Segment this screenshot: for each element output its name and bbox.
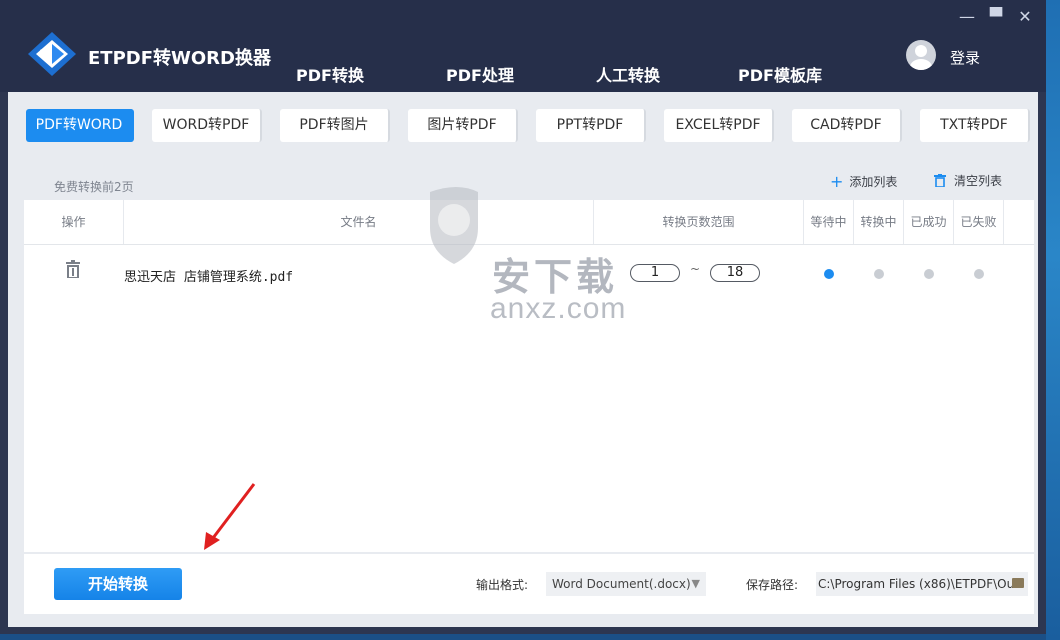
col-header-converting: 转换中 — [854, 200, 904, 244]
file-name: 思迅天店 店铺管理系统.pdf — [124, 270, 294, 285]
col-header-failed: 已失败 — [954, 200, 1004, 244]
bottom-bar: 开始转换 输出格式: Word Document(.docx) ▼ 保存路径: … — [24, 554, 1034, 614]
app-window: ETPDF转WORD换器 PDF转换 PDF处理 人工转换 PDF模板库 — ▀… — [0, 0, 1046, 634]
watermark-text-en: anxz.com — [490, 292, 627, 325]
status-waiting-dot — [824, 269, 834, 279]
type-cad-to-pdf[interactable]: CAD转PDF — [792, 109, 902, 142]
status-failed-dot — [974, 269, 984, 279]
status-success-dot — [924, 269, 934, 279]
page-to-input[interactable]: 18 — [710, 264, 760, 282]
close-button[interactable]: ✕ — [1016, 8, 1034, 26]
login-link[interactable]: 登录 — [950, 47, 980, 68]
page-range-separator: ~ — [690, 262, 701, 276]
avatar-icon[interactable] — [906, 40, 936, 70]
plus-icon: + — [830, 172, 844, 191]
type-word-to-pdf[interactable]: WORD转PDF — [152, 109, 262, 142]
content-panel: PDF转WORD WORD转PDF PDF转图片 图片转PDF PPT转PDF … — [8, 92, 1038, 627]
header-bar: ETPDF转WORD换器 PDF转换 PDF处理 人工转换 PDF模板库 — ▀… — [0, 0, 1046, 96]
status-converting-dot — [874, 269, 884, 279]
output-format-select[interactable]: Word Document(.docx) ▼ — [546, 572, 706, 596]
trash-icon — [934, 174, 946, 188]
col-header-actions: 操作 — [24, 200, 124, 244]
type-pdf-to-image[interactable]: PDF转图片 — [280, 109, 390, 142]
app-title: ETPDF转WORD换器 — [88, 48, 271, 69]
save-path-label: 保存路径: — [746, 578, 799, 592]
save-path-field[interactable]: C:\Program Files (x86)\ETPDF\Ou — [816, 572, 1028, 596]
annotation-arrow-icon — [204, 483, 256, 550]
app-logo-icon — [28, 32, 76, 76]
tab-pdf-process[interactable]: PDF处理 — [446, 62, 514, 86]
type-txt-to-pdf[interactable]: TXT转PDF — [920, 109, 1030, 142]
output-format-label: 输出格式: — [476, 578, 529, 592]
delete-row-icon[interactable] — [66, 260, 80, 278]
tab-manual-convert[interactable]: 人工转换 — [596, 62, 660, 86]
type-image-to-pdf[interactable]: 图片转PDF — [408, 109, 518, 142]
col-header-waiting: 等待中 — [804, 200, 854, 244]
clear-list-button[interactable]: 清空列表 — [934, 172, 1002, 189]
type-pdf-to-word[interactable]: PDF转WORD — [26, 109, 134, 142]
add-list-button[interactable]: + 添加列表 — [830, 172, 897, 191]
minimize-button[interactable]: — — [958, 8, 976, 26]
col-header-success: 已成功 — [904, 200, 954, 244]
start-convert-button[interactable]: 开始转换 — [54, 568, 182, 600]
maximize-button[interactable]: ▀ — [987, 8, 1005, 26]
free-conversion-note: 免费转换前2页 — [54, 180, 134, 194]
tab-pdf-convert[interactable]: PDF转换 — [284, 62, 376, 96]
type-ppt-to-pdf[interactable]: PPT转PDF — [536, 109, 646, 142]
chevron-down-icon: ▼ — [691, 577, 700, 590]
tab-pdf-templates[interactable]: PDF模板库 — [738, 62, 822, 86]
desktop-background — [1046, 0, 1060, 640]
type-excel-to-pdf[interactable]: EXCEL转PDF — [664, 109, 774, 142]
folder-icon[interactable] — [1012, 578, 1024, 588]
